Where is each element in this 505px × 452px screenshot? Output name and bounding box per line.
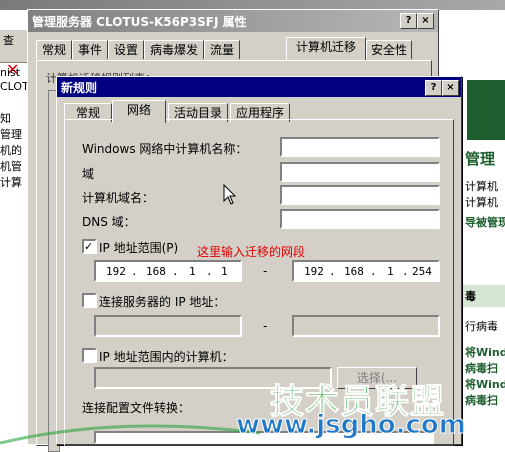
- mouse-pointer-icon: [223, 184, 237, 205]
- bg-right-text-6[interactable]: 将Windo: [465, 344, 505, 360]
- ip-from-octet-1: 192: [106, 265, 126, 278]
- bg-right-text-3[interactable]: 导被管现: [465, 214, 505, 230]
- ip-range-label: IP 地址范围(P): [99, 241, 179, 255]
- bg-right-text-1: 计算机: [465, 180, 498, 193]
- bg-left-text-2: CLOT: [0, 80, 27, 93]
- bg-left-text-6: 机管: [0, 160, 22, 173]
- ip-from-dot: .: [131, 265, 138, 278]
- outer-close-button[interactable]: ×: [417, 13, 434, 29]
- bg-left-text-5: 机的: [0, 144, 22, 157]
- watermark-url: www.jsgho.com: [236, 410, 467, 441]
- ip-from-octet-4: 1: [221, 265, 228, 278]
- ip-to-octet-3: 1: [387, 265, 394, 278]
- check-mark-icon: ✓: [84, 240, 94, 253]
- tab-computer-migration[interactable]: 计算机迁移: [286, 37, 366, 60]
- outer-dialog-title: 管理服务器 CLOTUS-K56P3SFJ 属性: [32, 15, 247, 29]
- outer-help-button[interactable]: ?: [400, 13, 417, 29]
- ip-to-octet-4: 254: [412, 265, 432, 278]
- ip-range-to-field[interactable]: 192 . 168 . 1 . 254: [292, 260, 440, 282]
- windows-name-label: Windows 网络中计算机名称：: [82, 142, 248, 156]
- computer-domain-label: 计算机域名：: [82, 191, 155, 205]
- server-ip-from-field[interactable]: [94, 315, 242, 337]
- ip-to-octet-1: 192: [304, 265, 324, 278]
- windows-name-field[interactable]: [280, 137, 440, 157]
- inner-title-bar[interactable]: 新规则 ? ×: [57, 77, 461, 97]
- bg-left-text-0: 查: [3, 34, 14, 47]
- ip-range-separator: -: [263, 264, 268, 278]
- bg-right-text-5: 行病毒: [465, 320, 498, 333]
- ip-to-octet-2: 168: [344, 265, 364, 278]
- server-ip-label: 连接服务器的 IP 地址：: [99, 295, 226, 309]
- tab-general[interactable]: 常规: [36, 40, 72, 59]
- ip-range-annotation: 这里输入迁移的网段: [197, 245, 306, 259]
- tab-rule-network[interactable]: 网络: [112, 100, 166, 123]
- ip-computers-label: IP 地址范围内的计算机：: [99, 350, 234, 364]
- bg-left-text-7: 计算: [0, 176, 22, 189]
- tab-security[interactable]: 安全性: [366, 40, 412, 59]
- ip-to-dot: .: [329, 265, 336, 278]
- tab-settings[interactable]: 设置: [108, 40, 144, 59]
- computer-domain-field[interactable]: [280, 185, 440, 205]
- bg-right-text-7[interactable]: 病毒扫: [465, 360, 498, 376]
- tab-traffic[interactable]: 流量: [204, 40, 240, 59]
- ip-from-octet-2: 168: [146, 265, 166, 278]
- bg-right-text-2: 计算机: [465, 196, 498, 209]
- bg-left-text-4: 管理: [0, 128, 22, 141]
- domain-field[interactable]: [280, 162, 440, 182]
- ip-to-dot: .: [402, 265, 409, 278]
- bg-left-text-1: nist: [0, 66, 21, 79]
- dns-domain-label: DNS 域：: [82, 215, 136, 229]
- ip-computers-checkbox[interactable]: [82, 348, 97, 363]
- inner-close-button[interactable]: ×: [442, 80, 459, 96]
- tab-events[interactable]: 事件: [72, 40, 108, 59]
- bg-right-text-0: 管理: [465, 150, 496, 168]
- bg-right-text-4: 毒: [465, 290, 476, 303]
- bg-right-text-8[interactable]: 将Windo: [465, 376, 505, 392]
- server-ip-separator: -: [263, 319, 268, 333]
- tab-virus-outbreak[interactable]: 病毒爆发: [144, 40, 204, 59]
- server-ip-checkbox[interactable]: [82, 293, 97, 308]
- outer-title-bar[interactable]: 管理服务器 CLOTUS-K56P3SFJ 属性 ? ×: [28, 10, 438, 32]
- background-right-banner: [467, 80, 505, 140]
- server-ip-to-field[interactable]: [292, 315, 440, 337]
- inner-dialog-title: 新规则: [61, 81, 98, 95]
- inner-help-button[interactable]: ?: [425, 80, 442, 96]
- domain-label: 域: [82, 167, 95, 181]
- dns-domain-field[interactable]: [280, 209, 440, 229]
- ip-range-checkbox[interactable]: ✓: [82, 239, 97, 254]
- ip-range-from-field[interactable]: 192 . 168 . 1 . 1: [94, 260, 242, 282]
- background-left-toolbar: 查 ✕: [0, 30, 27, 79]
- ip-to-dot: .: [370, 265, 377, 278]
- ip-from-dot: .: [172, 265, 179, 278]
- bg-left-text-3: 知: [0, 112, 11, 125]
- ip-from-octet-3: 1: [189, 265, 196, 278]
- ip-from-dot: .: [206, 265, 213, 278]
